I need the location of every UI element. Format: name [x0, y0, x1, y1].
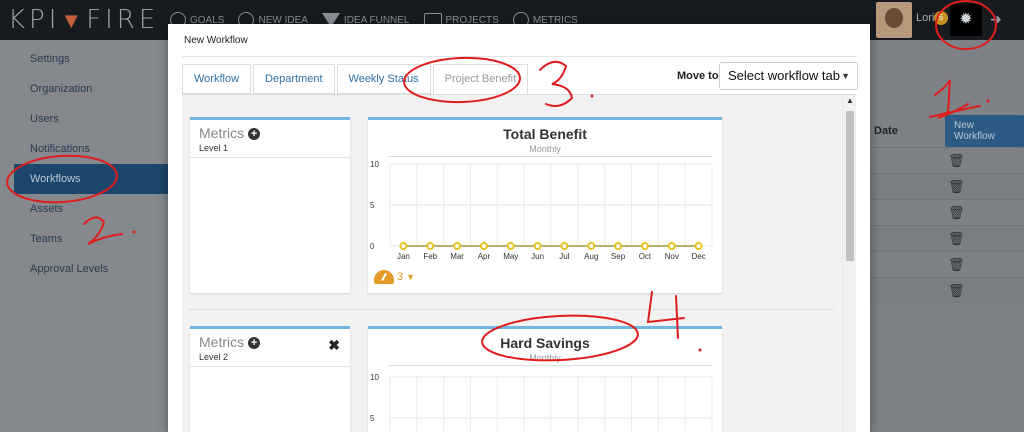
data-point[interactable] [587, 242, 596, 250]
x-tick-label: Jul [559, 252, 569, 261]
select-value: Select workflow tab [728, 68, 840, 83]
gear-icon[interactable]: ✹ [950, 4, 982, 36]
new-workflow-modal: New Workflow Workflow Department Weekly … [168, 24, 870, 432]
chevron-down-icon: ▼ [406, 272, 416, 282]
data-point[interactable] [479, 242, 488, 250]
x-tick-label: Nov [665, 252, 679, 261]
table-row: 🗑 [868, 199, 1024, 225]
sidebar-item-settings[interactable]: Settings [0, 44, 168, 74]
annotation-dot-1 [986, 99, 990, 103]
data-point[interactable] [426, 242, 435, 250]
workflows-table: Date New Workflow 🗑 🗑 🗑 🗑 🗑 🗑 [868, 115, 1024, 303]
table-row: 🗑 [868, 225, 1024, 251]
y-tick-label: 5 [370, 414, 375, 423]
sidebar-item-workflows[interactable]: Workflows [14, 164, 168, 194]
x-tick-label: Feb [423, 252, 437, 261]
workflow-tab-select[interactable]: Select workflow tab ▼ [719, 62, 858, 90]
y-tick-label: 10 [370, 160, 379, 169]
x-tick-label: Apr [478, 252, 491, 261]
y-tick-label: 10 [370, 373, 379, 382]
annotation-number-1 [934, 79, 969, 119]
add-metric-icon[interactable]: + [248, 337, 261, 349]
new-workflow-button[interactable]: New Workflow [944, 115, 1024, 147]
data-point[interactable] [399, 242, 408, 250]
scroll-thumb[interactable] [846, 111, 854, 261]
notification-badge[interactable]: 5 [934, 11, 948, 25]
table-header: Date New Workflow [868, 115, 1024, 147]
data-point[interactable] [533, 242, 542, 250]
level-label: Level 2 [199, 352, 229, 362]
data-point[interactable] [694, 242, 703, 250]
data-point[interactable] [560, 242, 569, 250]
x-tick-label: Aug [584, 252, 598, 261]
metrics-title: Metrics + [199, 125, 261, 141]
trash-icon[interactable]: 🗑 [948, 283, 965, 299]
tab-workflow[interactable]: Workflow [182, 64, 252, 94]
hard-savings-chart: Hard Savings Monthly 5 10 [368, 326, 722, 432]
trash-icon[interactable]: 🗑 [948, 257, 965, 273]
close-icon[interactable]: ✖ [328, 337, 340, 354]
data-point[interactable] [640, 242, 649, 250]
tab-department[interactable]: Department [253, 64, 335, 94]
scroll-up-icon[interactable]: ▲ [846, 96, 854, 105]
x-tick-label: Mar [450, 252, 464, 261]
table-row: 🗑 [868, 277, 1024, 303]
sidebar-item-organization[interactable]: Organization [0, 74, 168, 104]
username[interactable]: Lori [916, 12, 934, 24]
project-benefit-panel[interactable]: Metrics + Level 1 Total Benefit Monthly 0… [182, 94, 856, 432]
chevron-down-icon: ▼ [841, 71, 850, 81]
data-point[interactable] [453, 242, 462, 250]
y-tick-label: 5 [370, 201, 375, 210]
x-tick-label: May [503, 252, 518, 261]
table-row: 🗑 [868, 173, 1024, 199]
metrics-card-level-2: Metrics + Level 2 ✖ [190, 326, 350, 432]
modal-scrollbar[interactable]: ▲ [842, 95, 856, 432]
trash-icon[interactable]: 🗑 [948, 153, 965, 169]
total-benefit-chart: Total Benefit Monthly 0 5 10 Jan Feb Mar Apr Ma… [368, 117, 722, 293]
performance-count: 3 [397, 271, 404, 283]
performance-indicator[interactable]: 3 ▼ [374, 270, 415, 284]
x-tick-label: Jan [397, 252, 410, 261]
hard-savings-plot: 5 10 [370, 373, 713, 432]
metrics-title: Metrics + [199, 334, 261, 350]
data-point[interactable] [667, 242, 676, 250]
data-point[interactable] [614, 242, 623, 250]
sidebar-item-teams[interactable]: Teams [0, 224, 168, 254]
x-tick-label: Oct [639, 252, 652, 261]
trash-icon[interactable]: 🗑 [948, 231, 965, 247]
x-tick-label: Sep [611, 252, 626, 261]
section-divider [188, 309, 834, 310]
data-point[interactable] [506, 242, 515, 250]
date-column-header: Date [874, 125, 898, 137]
sidebar-item-approval-levels[interactable]: Approval Levels [0, 254, 168, 284]
trash-icon[interactable]: 🗑 [948, 179, 965, 195]
sidebar-item-notifications[interactable]: Notifications [0, 134, 168, 164]
kpifire-logo[interactable]: KPI▼FIRE [8, 4, 159, 36]
x-tick-label: Dec [691, 252, 705, 261]
move-to-label: Move to [677, 70, 719, 82]
level-label: Level 1 [199, 143, 229, 153]
table-row: 🗑 [868, 251, 1024, 277]
table-row: 🗑 [868, 147, 1024, 173]
metrics-card-level-1: Metrics + Level 1 [190, 117, 350, 293]
metrics-divider [190, 157, 350, 158]
y-tick-label: 0 [370, 242, 375, 251]
sidebar-item-users[interactable]: Users [0, 104, 168, 134]
trash-icon[interactable]: 🗑 [948, 205, 965, 221]
gauge-icon [374, 270, 394, 284]
settings-sidebar: Settings Organization Users Notification… [0, 40, 168, 432]
logout-icon[interactable]: ➜ [990, 11, 1002, 28]
workflow-tabs: Workflow Department Weekly Status Projec… [182, 64, 530, 94]
tab-project-benefit[interactable]: Project Benefit [432, 64, 529, 94]
modal-divider [182, 56, 856, 57]
metrics-divider [190, 366, 350, 367]
add-metric-icon[interactable]: + [248, 128, 261, 140]
total-benefit-plot: 0 5 10 Jan Feb Mar Apr May Jun Jul Aug Sep Oct Nov Dec [370, 160, 713, 261]
sidebar-item-assets[interactable]: Assets [0, 194, 168, 224]
tab-weekly-status[interactable]: Weekly Status [336, 64, 431, 94]
modal-title: New Workflow [184, 35, 248, 46]
avatar[interactable] [876, 2, 912, 38]
x-tick-label: Jun [531, 252, 544, 261]
